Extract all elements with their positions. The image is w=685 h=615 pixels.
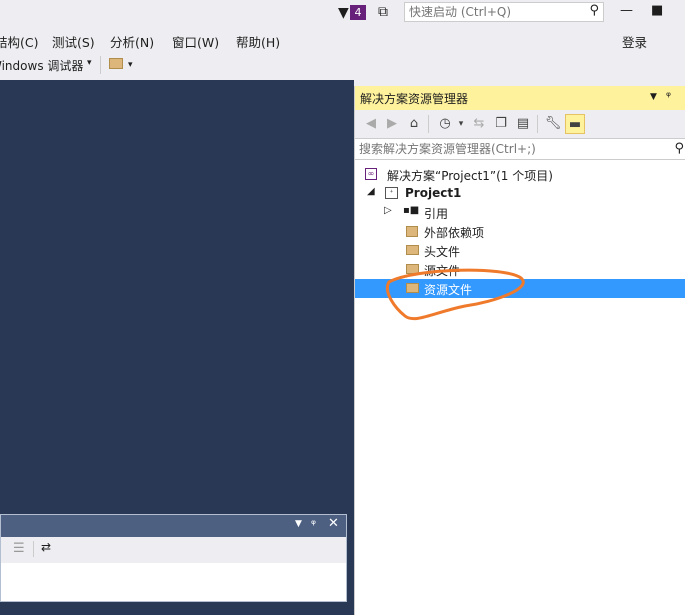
back-icon[interactable]: ◀ [361,114,381,134]
quick-launch-input[interactable] [405,3,579,21]
solution-explorer: 解决方案资源管理器 ▼ ᵠ ◀ ▶ ⌂ ◷ ▾ ⇆ ❐ ▤ 🔧︎ ▬ ⚲ ∞ 解… [354,86,685,615]
maximize-button[interactable]: ■ [651,3,663,18]
show-all-files-icon[interactable]: ▤ [513,114,533,134]
output-toolbar: ☰ ⇄ [1,537,346,564]
menu-window[interactable]: 窗口(W) [172,32,219,51]
toolbar: Windows 调试器 ▾ ▾ [0,52,685,80]
close-icon[interactable]: ✕ [328,516,339,531]
sync-icon[interactable]: ⇆ [469,114,489,134]
solution-icon: ∞ [365,168,377,180]
output-body[interactable] [1,563,346,601]
toolbar-separator [33,541,34,557]
search-icon[interactable]: ⚲ [674,141,684,156]
panel-dropdown-icon[interactable]: ▼ [295,519,302,529]
chevron-down-icon: ▾ [87,58,92,68]
tree-item-solution[interactable]: ∞ 解决方案“Project1”(1 个项目) [355,165,685,184]
solution-explorer-title: 解决方案资源管理器 [360,92,469,106]
panel-dropdown-icon[interactable]: ▼ [650,92,657,102]
menu-analyze[interactable]: 分析(N) [110,32,154,51]
feedback-icon[interactable]: ⧉ [378,4,388,20]
toolbar-overflow-icon[interactable]: ▾ [128,60,133,70]
tree-item-label: 引用 [424,207,449,221]
align-icon[interactable]: ☰ [13,541,25,556]
cpp-project-icon: ⁺ [385,187,398,199]
folder-icon [406,245,419,255]
collapse-all-icon[interactable]: ❐ [491,114,511,134]
debugger-target-label: Windows 调试器 [0,59,84,73]
tree-item-header-files[interactable]: 头文件 [355,241,685,260]
pin-icon[interactable]: ᵠ [666,89,671,103]
collapsed-arrow-icon[interactable]: ▷ [384,205,392,216]
properties-icon[interactable]: 🔧︎ [543,114,563,134]
output-panel: ▼ ᵠ ✕ ☰ ⇄ [0,514,347,602]
preview-selected-icon[interactable]: ▬ [565,114,585,134]
minimize-button[interactable]: — [620,3,633,18]
find-in-files-icon[interactable] [109,58,123,69]
toolbar-separator [537,115,538,133]
forward-icon[interactable]: ▶ [382,114,402,134]
login-link[interactable]: 登录 [622,32,647,51]
tree-item-label: 外部依赖项 [424,226,485,240]
home-icon[interactable]: ⌂ [404,114,424,134]
tree-item-references[interactable]: ▷ ▪■ 引用 [355,203,685,222]
solution-explorer-title-bar: 解决方案资源管理器 ▼ ᵠ [355,86,685,110]
debugger-dropdown[interactable]: Windows 调试器 ▾ [0,55,96,75]
tree-item-project[interactable]: ◢ ⁺ Project1 [355,184,685,203]
tree-item-external-deps[interactable]: 外部依赖项 [355,222,685,241]
solution-search-box[interactable]: ⚲ [355,138,685,160]
title-bar: ▼ 4 ⧉ ⚲ — ■ [0,0,685,28]
solution-search-input[interactable] [355,139,659,159]
menu-test[interactable]: 测试(S) [52,32,95,51]
menu-bar: 结构(C) 测试(S) 分析(N) 窗口(W) 帮助(H) 登录 [0,28,685,52]
expanded-arrow-icon[interactable]: ◢ [367,186,375,197]
filter-icon[interactable]: ▼ [338,5,349,21]
references-icon: ▪■ [403,205,420,216]
external-deps-icon [406,226,418,237]
menu-help[interactable]: 帮助(H) [236,32,280,51]
tree-item-label: 解决方案“Project1”(1 个项目) [387,169,553,183]
solution-explorer-toolbar: ◀ ▶ ⌂ ◷ ▾ ⇆ ❐ ▤ 🔧︎ ▬ [355,110,685,138]
notification-badge[interactable]: 4 [350,5,366,20]
annotation-circle [386,268,525,321]
tree-item-label: Project1 [405,186,462,200]
toolbar-separator [428,115,429,133]
toolbar-separator [100,56,101,74]
tree-item-label: 头文件 [424,245,461,259]
output-panel-title-bar: ▼ ᵠ ✕ [1,515,346,537]
word-wrap-icon[interactable]: ⇄ [41,540,51,554]
quick-launch[interactable]: ⚲ [404,2,604,22]
menu-build[interactable]: 结构(C) [0,32,38,51]
pin-icon[interactable]: ᵠ [311,517,316,531]
chevron-down-icon[interactable]: ▾ [451,114,471,134]
search-icon[interactable]: ⚲ [589,3,599,18]
